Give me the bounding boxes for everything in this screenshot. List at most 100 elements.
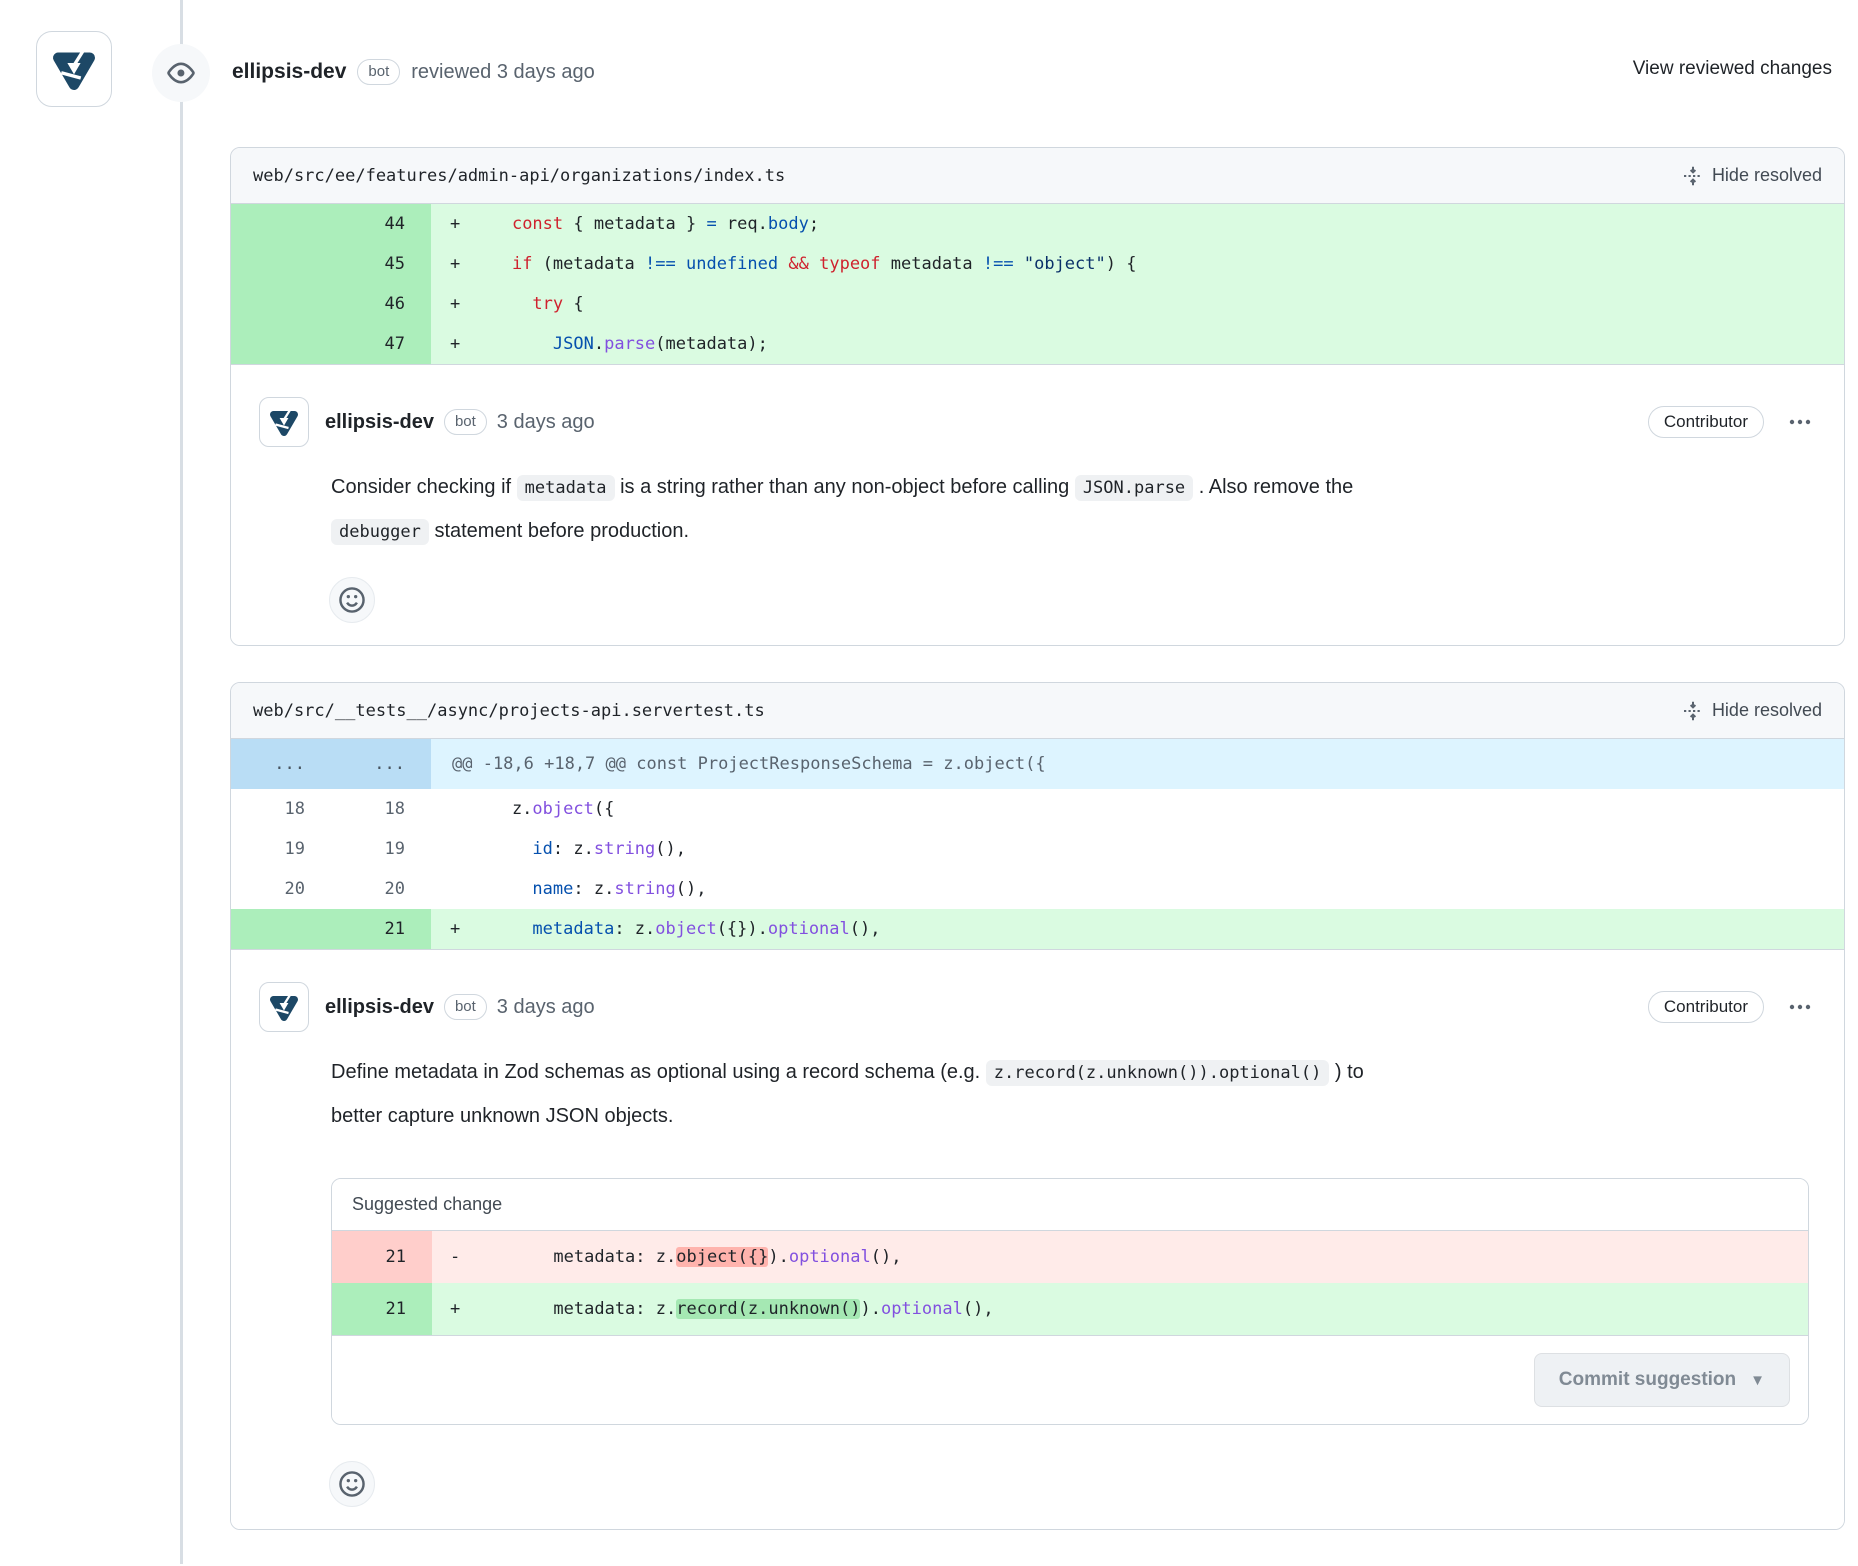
fold-icon <box>1683 166 1703 186</box>
word-diff-highlight: object({} <box>676 1247 768 1267</box>
file-header: web/src/__tests__/async/projects-api.ser… <box>231 683 1844 739</box>
bot-badge: bot <box>444 409 487 435</box>
contributor-badge: Contributor <box>1648 406 1764 438</box>
code-line: metadata: z.record(z.unknown()).optional… <box>492 1283 994 1335</box>
diff-marker <box>431 829 471 869</box>
review-author[interactable]: ellipsis-dev <box>232 60 346 84</box>
dropdown-caret-icon: ▼ <box>1750 1373 1765 1388</box>
comment-author[interactable]: ellipsis-dev <box>325 411 434 434</box>
file-path-link[interactable]: web/src/ee/features/admin-api/organizati… <box>253 166 785 186</box>
comment-timestamp[interactable]: 3 days ago <box>497 411 595 434</box>
kebab-menu-button[interactable] <box>1786 999 1814 1015</box>
diff-marker: - <box>432 1231 492 1283</box>
diff-line: 19 19 id: z.string(), <box>231 829 1844 869</box>
comment-author[interactable]: ellipsis-dev <box>325 996 434 1019</box>
code-line: JSON.parse(metadata); <box>471 324 768 364</box>
add-reaction-button[interactable] <box>329 1461 375 1507</box>
diff-marker: + <box>431 909 471 949</box>
new-line-number: 19 <box>331 829 431 869</box>
code-line: z.object({ <box>471 789 614 829</box>
old-line-number <box>231 244 331 284</box>
new-line-number: 44 <box>331 204 431 244</box>
inline-code: JSON.parse <box>1075 475 1193 501</box>
comment: ellipsis-dev bot 3 days ago Contributor … <box>231 364 1844 645</box>
old-line-number: 19 <box>231 829 331 869</box>
kebab-menu-button[interactable] <box>1786 414 1814 430</box>
commit-suggestion-button[interactable]: Commit suggestion ▼ <box>1534 1353 1790 1407</box>
hunk-header-line: ... ... @@ -18,6 +18,7 @@ const ProjectR… <box>231 739 1844 789</box>
comment-avatar[interactable] <box>259 397 309 447</box>
suggestion-deletion-line: 21 - metadata: z.object({}).optional(), <box>332 1231 1808 1283</box>
suggested-change-block: Suggested change 21 - metadata: z.object… <box>331 1178 1809 1425</box>
hide-resolved-button[interactable]: Hide resolved <box>1683 700 1822 721</box>
line-number: 21 <box>332 1231 432 1283</box>
comment: ellipsis-dev bot 3 days ago Contributor … <box>231 949 1844 1529</box>
reviewer-avatar[interactable] <box>36 31 112 107</box>
diff-line: 46 + try { <box>231 284 1844 324</box>
diff-line: 20 20 name: z.string(), <box>231 869 1844 909</box>
diff-marker: + <box>431 284 471 324</box>
comment-timestamp[interactable]: 3 days ago <box>497 996 595 1019</box>
file-path-link[interactable]: web/src/__tests__/async/projects-api.ser… <box>253 701 765 721</box>
comment-body: Consider checking if metadata is a strin… <box>331 465 1814 553</box>
kebab-icon <box>1788 1003 1812 1011</box>
code-line: metadata: z.object({}).optional(), <box>492 1231 901 1283</box>
add-reaction-button[interactable] <box>329 577 375 623</box>
file-header: web/src/ee/features/admin-api/organizati… <box>231 148 1844 204</box>
old-line-number <box>231 284 331 324</box>
new-line-number: 20 <box>331 869 431 909</box>
diff-line: 45 + if (metadata !== undefined && typeo… <box>231 244 1844 284</box>
suggestion-footer: Commit suggestion ▼ <box>332 1335 1808 1424</box>
inline-code: metadata <box>517 475 615 501</box>
review-action-text: reviewed 3 days ago <box>411 61 594 84</box>
new-line-number: 47 <box>331 324 431 364</box>
inline-code: z.record(z.unknown()).optional() <box>986 1060 1330 1086</box>
review-threads: web/src/ee/features/admin-api/organizati… <box>230 147 1845 1566</box>
hide-resolved-button[interactable]: Hide resolved <box>1683 165 1822 186</box>
diff-line: 44 + const { metadata } = req.body; <box>231 204 1844 244</box>
diff-marker: + <box>431 324 471 364</box>
code-line: name: z.string(), <box>471 869 706 909</box>
smiley-icon <box>338 586 366 614</box>
line-number: 21 <box>332 1283 432 1335</box>
old-line-number <box>231 204 331 244</box>
old-line-number <box>231 324 331 364</box>
review-thread-card-1: web/src/ee/features/admin-api/organizati… <box>230 147 1845 646</box>
contributor-badge: Contributor <box>1648 991 1764 1023</box>
old-line-number: ... <box>231 739 331 789</box>
suggested-change-title: Suggested change <box>332 1179 1808 1231</box>
inline-code: debugger <box>331 519 429 545</box>
hide-resolved-label: Hide resolved <box>1712 165 1822 186</box>
code-line: const { metadata } = req.body; <box>471 204 819 244</box>
old-line-number: 20 <box>231 869 331 909</box>
comment-body: Define metadata in Zod schemas as option… <box>331 1050 1814 1138</box>
smiley-icon <box>338 1470 366 1498</box>
review-thread-card-2: web/src/__tests__/async/projects-api.ser… <box>230 682 1845 1530</box>
comment-avatar[interactable] <box>259 982 309 1032</box>
ellipsis-logo-icon <box>50 45 98 93</box>
ellipsis-logo-icon <box>268 406 300 438</box>
ellipsis-logo-icon <box>268 991 300 1023</box>
old-line-number: 18 <box>231 789 331 829</box>
view-reviewed-changes-link[interactable]: View reviewed changes <box>1633 58 1832 80</box>
kebab-icon <box>1788 418 1812 426</box>
review-header: ellipsis-dev bot reviewed 3 days ago <box>232 46 595 98</box>
word-diff-highlight: record(z.unknown() <box>676 1299 860 1319</box>
code-line: metadata: z.object({}).optional(), <box>471 909 880 949</box>
diff-line: 18 18 z.object({ <box>231 789 1844 829</box>
code-line: try { <box>471 284 584 324</box>
code-line: if (metadata !== undefined && typeof met… <box>471 244 1136 284</box>
diff-line: 21 + metadata: z.object({}).optional(), <box>231 909 1844 949</box>
hide-resolved-label: Hide resolved <box>1712 700 1822 721</box>
eye-icon <box>152 44 210 102</box>
new-line-number: 18 <box>331 789 431 829</box>
bot-badge: bot <box>357 59 400 85</box>
new-line-number: 21 <box>331 909 431 949</box>
fold-icon <box>1683 701 1703 721</box>
bot-badge: bot <box>444 994 487 1020</box>
diff-block: ... ... @@ -18,6 +18,7 @@ const ProjectR… <box>231 739 1844 949</box>
code-line: id: z.string(), <box>471 829 686 869</box>
diff-marker: + <box>432 1283 492 1335</box>
diff-block: 44 + const { metadata } = req.body; 45 +… <box>231 204 1844 364</box>
timeline-line <box>180 0 183 1564</box>
